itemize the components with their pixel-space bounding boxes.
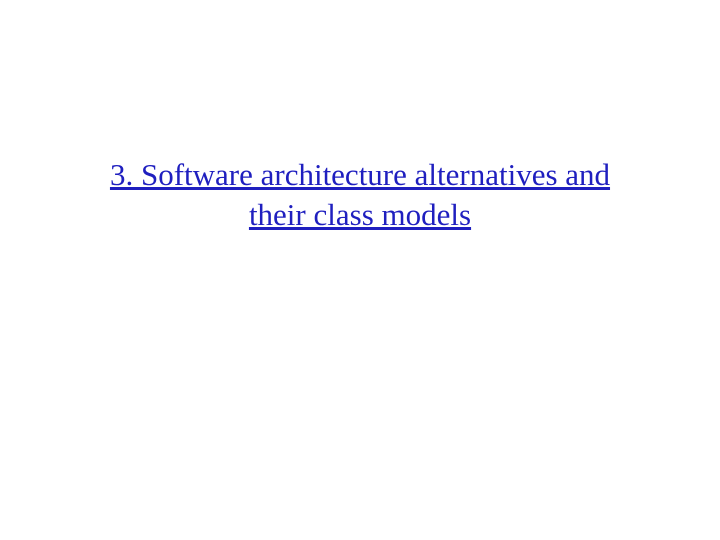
slide-title: 3. Software architecture alternatives an…	[0, 155, 720, 236]
